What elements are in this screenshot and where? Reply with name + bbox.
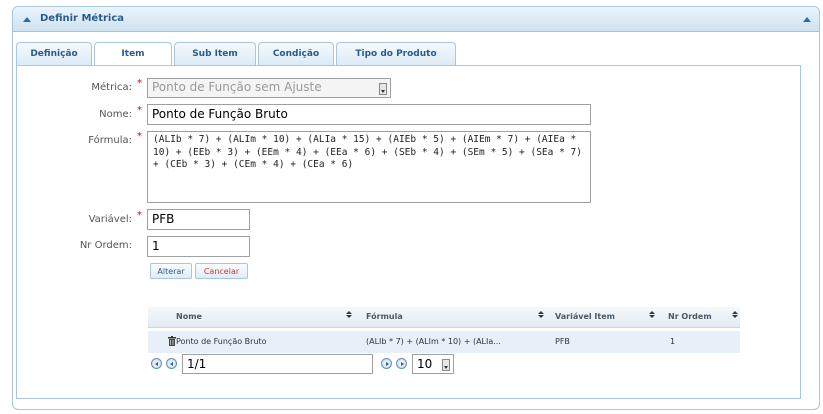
tab-item[interactable]: Item	[94, 42, 172, 67]
metrica-label: Métrica:	[91, 82, 132, 93]
select-arrow-icon[interactable]	[379, 83, 387, 95]
tab-label: Tipo do Produto	[355, 49, 437, 59]
cell-formula: (ALIb * 7) + (ALIm * 10) + (ALIa...	[366, 337, 501, 346]
cell-nome: Ponto de Função Bruto	[176, 337, 267, 346]
table-header: Nome Fórmula Variável Item Nr Ordem	[148, 307, 740, 328]
column-header-nome[interactable]: Nome	[176, 312, 202, 321]
metrica-required-mark: *	[137, 78, 142, 89]
variavel-required-mark: *	[137, 210, 142, 221]
nome-input[interactable]: Ponto de Função Bruto	[147, 104, 591, 125]
table-row[interactable]: Ponto de Função Bruto (ALIb * 7) + (ALIm…	[148, 331, 740, 353]
alterar-button[interactable]: Alterar	[150, 263, 192, 279]
page-size-select[interactable]: 10	[412, 354, 454, 374]
column-header-formula[interactable]: Fórmula	[366, 312, 403, 321]
last-page-icon[interactable]	[396, 358, 407, 369]
tab-label: Sub Item	[192, 49, 238, 59]
cell-variavel: PFB	[555, 337, 570, 346]
metrica-select[interactable]: Ponto de Função sem Ajuste	[147, 78, 391, 98]
panel-title: Definir Métrica	[40, 13, 125, 24]
tab-sub-item[interactable]: Sub Item	[174, 42, 256, 65]
cell-nr-ordem: 1	[670, 337, 676, 346]
variavel-label: Variável:	[88, 214, 132, 225]
next-page-icon[interactable]	[381, 358, 392, 369]
nome-value: Ponto de Função Bruto	[152, 107, 288, 121]
tab-label: Item	[121, 49, 145, 59]
nome-label: Nome:	[99, 109, 132, 120]
select-arrow-icon[interactable]	[442, 359, 450, 371]
nr-ordem-value: 1	[152, 239, 160, 253]
page-value: 1/1	[187, 357, 207, 371]
collapse-right-icon[interactable]	[803, 17, 811, 22]
nr-ordem-input[interactable]: 1	[147, 236, 250, 257]
panel-header[interactable]: Definir Métrica	[13, 7, 819, 32]
formula-textarea[interactable]: (ALIb * 7) + (ALIm * 10) + (ALIa * 15) +…	[147, 131, 591, 203]
cancelar-button[interactable]: Cancelar	[195, 263, 248, 279]
tab-tipo-do-produto[interactable]: Tipo do Produto	[336, 42, 456, 65]
page-size-value: 10	[417, 357, 433, 371]
tab-label: Definição	[30, 49, 78, 59]
formula-required-mark: *	[137, 131, 142, 142]
page-input[interactable]: 1/1	[182, 354, 373, 374]
variavel-value: PFB	[152, 212, 175, 226]
column-header-variavel-item[interactable]: Variável Item	[555, 312, 615, 321]
tab-label: Condição	[272, 49, 320, 59]
tab-condicao[interactable]: Condição	[258, 42, 334, 65]
metrica-select-value: Ponto de Função sem Ajuste	[152, 80, 322, 94]
formula-label: Fórmula:	[88, 135, 132, 146]
tab-definicao[interactable]: Definição	[16, 42, 92, 65]
first-page-icon[interactable]	[151, 358, 162, 369]
prev-page-icon[interactable]	[166, 358, 177, 369]
variavel-input[interactable]: PFB	[147, 209, 250, 230]
trash-icon[interactable]	[168, 336, 176, 346]
nome-required-mark: *	[137, 105, 142, 116]
column-header-nr-ordem[interactable]: Nr Ordem	[668, 312, 712, 321]
collapse-icon[interactable]	[23, 17, 31, 22]
nr-ordem-label: Nr Ordem:	[79, 240, 132, 251]
